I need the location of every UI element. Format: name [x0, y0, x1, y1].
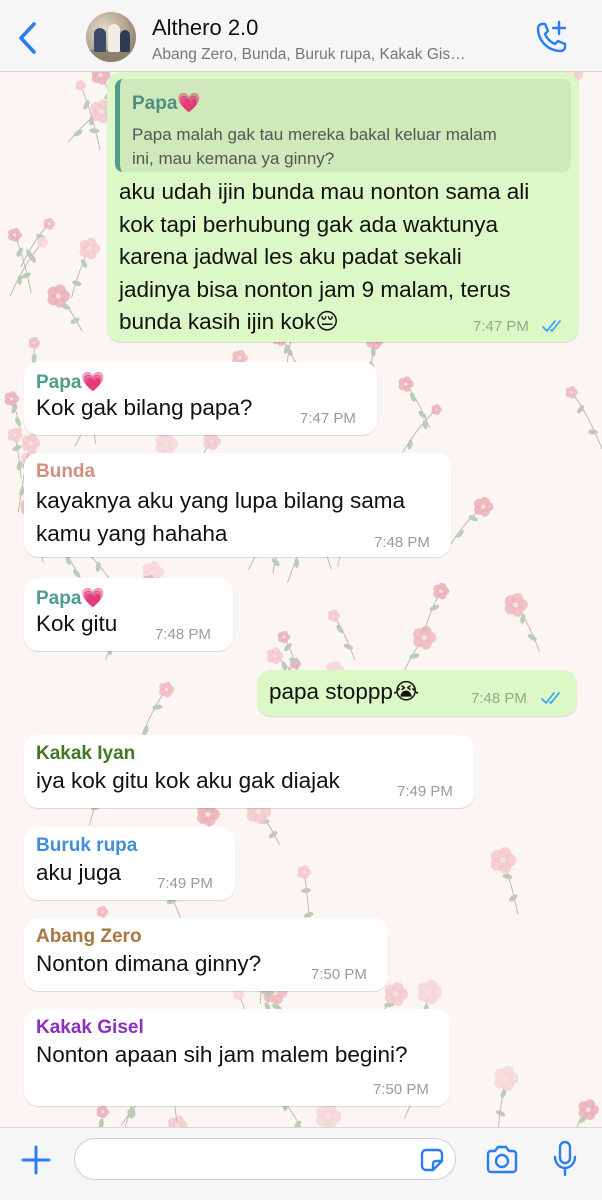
- message-text: aku juga: [36, 860, 122, 885]
- sender-name: Bunda: [36, 461, 96, 482]
- read-ticks-icon: [541, 692, 560, 705]
- message-bubble-incoming[interactable]: Papa💗 Kok gak bilang papa? 7:47 PM: [24, 362, 377, 435]
- sender-name: Abang Zero: [36, 926, 142, 947]
- message-bubble-incoming[interactable]: Bunda kayaknya aku yang lupa bilang sama…: [24, 453, 451, 557]
- message-time: 7:50 PM: [373, 1081, 429, 1098]
- message-time: 7:48 PM: [155, 626, 211, 643]
- message-text: iya kok gitu kok aku gak diajak: [36, 768, 340, 793]
- message-text: Kok gitu: [36, 611, 118, 636]
- message-text: kayaknya aku yang lupa bilang sama kamu …: [36, 488, 405, 546]
- message-bubble-incoming[interactable]: Papa💗 Kok gitu 7:48 PM: [24, 578, 233, 651]
- message-text: Nonton apaan sih jam malem begini?: [36, 1042, 408, 1067]
- message-time: 7:49 PM: [157, 875, 213, 892]
- sender-name: Papa💗: [36, 372, 106, 393]
- message-bubble-incoming[interactable]: Kakak Iyan iya kok gitu kok aku gak diaj…: [24, 735, 474, 808]
- sender-name: Kakak Gisel: [36, 1017, 144, 1038]
- message-bubble-incoming[interactable]: Buruk rupa aku juga 7:49 PM: [24, 827, 235, 900]
- message-input[interactable]: [74, 1138, 456, 1180]
- message-bubble-incoming[interactable]: Abang Zero Nonton dimana ginny? 7:50 PM: [24, 918, 388, 991]
- message-bubble-outgoing[interactable]: papa stoppp😭 7:48 PM: [257, 670, 577, 716]
- message-text: Nonton dimana ginny?: [36, 951, 262, 976]
- sticker-icon[interactable]: [418, 1146, 446, 1174]
- sender-name: Buruk rupa: [36, 835, 138, 856]
- chat-header: Althero 2.0 Abang Zero, Bunda, Buruk rup…: [0, 0, 602, 72]
- message-bubble-outgoing[interactable]: Papa💗 Papa malah gak tau mereka bakal ke…: [107, 72, 579, 342]
- message-time: 7:49 PM: [397, 783, 453, 800]
- message-text: papa stoppp😭: [269, 679, 420, 704]
- plus-icon[interactable]: [20, 1144, 52, 1176]
- chat-members-subtitle[interactable]: Abang Zero, Bunda, Buruk rupa, Kakak Gis…: [152, 46, 517, 64]
- message-time: 7:50 PM: [311, 966, 367, 983]
- phone-plus-icon[interactable]: [532, 20, 570, 56]
- message-text: aku udah ijin bunda mau nonton sama ali …: [119, 179, 530, 334]
- chat-title[interactable]: Althero 2.0: [152, 15, 258, 41]
- sender-name: Kakak Iyan: [36, 743, 136, 764]
- quoted-sender: Papa💗: [132, 93, 202, 114]
- camera-icon[interactable]: [484, 1144, 520, 1176]
- reply-quote[interactable]: Papa💗 Papa malah gak tau mereka bakal ke…: [115, 79, 571, 172]
- sender-name: Papa💗: [36, 588, 106, 609]
- group-avatar[interactable]: [86, 12, 136, 62]
- message-time: 7:47 PM: [300, 410, 356, 427]
- message-time: 7:48 PM: [471, 690, 527, 707]
- message-bubble-incoming[interactable]: Kakak Gisel Nonton apaan sih jam malem b…: [24, 1009, 450, 1106]
- composer-bar: [0, 1127, 602, 1200]
- message-time: 7:47 PM: [473, 318, 529, 335]
- read-ticks-icon: [542, 320, 561, 333]
- microphone-icon[interactable]: [552, 1140, 578, 1178]
- message-time: 7:48 PM: [374, 534, 430, 551]
- back-button[interactable]: [14, 20, 44, 56]
- message-text: Kok gak bilang papa?: [36, 395, 253, 420]
- quoted-text-line: Papa malah gak tau mereka bakal keluar m…: [132, 125, 497, 168]
